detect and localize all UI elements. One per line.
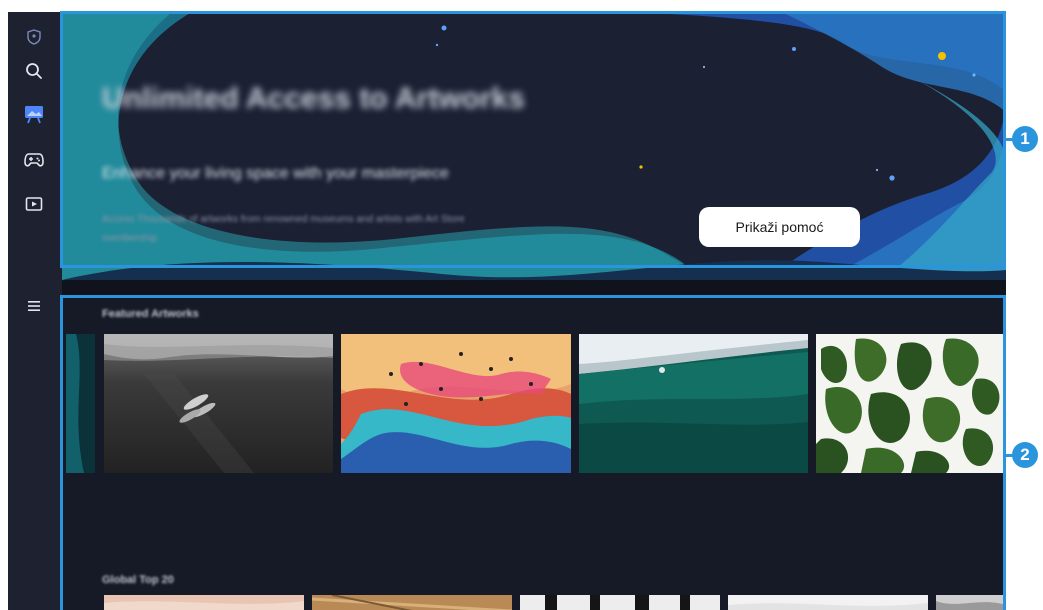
artwork-tile[interactable] <box>579 334 808 473</box>
artwork-tile[interactable] <box>341 334 571 473</box>
sidebar <box>8 12 62 610</box>
artwork-tile[interactable] <box>520 595 720 610</box>
promo-banner[interactable]: Unlimited Access to Artworks Enhance you… <box>62 12 1006 280</box>
tv-screen: Unlimited Access to Artworks Enhance you… <box>8 12 1006 610</box>
artwork-tile[interactable] <box>816 334 1006 473</box>
artwork-tile[interactable] <box>66 334 95 473</box>
banner-title: Unlimited Access to Artworks <box>102 82 525 115</box>
featured-artworks-title: Featured Artworks <box>102 308 199 320</box>
privacy-shield-icon[interactable] <box>23 26 45 48</box>
artwork-tile[interactable] <box>104 595 304 610</box>
menu-icon[interactable] <box>23 295 45 317</box>
search-icon[interactable] <box>23 60 45 82</box>
media-play-icon[interactable] <box>23 193 45 215</box>
artwork-tile[interactable] <box>936 595 1006 610</box>
artwork-tile[interactable] <box>104 334 333 473</box>
artwork-tile[interactable] <box>728 595 928 610</box>
artworks-content: Featured Artworks Global Top 20 <box>62 298 1006 610</box>
callout-badge-1: 1 <box>1012 126 1038 152</box>
banner-subtitle: Enhance your living space with your mast… <box>102 165 449 182</box>
global-top-title: Global Top 20 <box>102 574 174 586</box>
banner-divider <box>62 280 1006 298</box>
art-easel-icon[interactable] <box>23 103 45 125</box>
artwork-tile[interactable] <box>312 595 512 610</box>
banner-description: Access Thousands of artworks from renown… <box>102 214 465 244</box>
callout-badge-2: 2 <box>1012 442 1038 468</box>
gamepad-icon[interactable] <box>23 149 45 171</box>
show-help-button[interactable]: Prikaži pomoć <box>699 207 860 247</box>
